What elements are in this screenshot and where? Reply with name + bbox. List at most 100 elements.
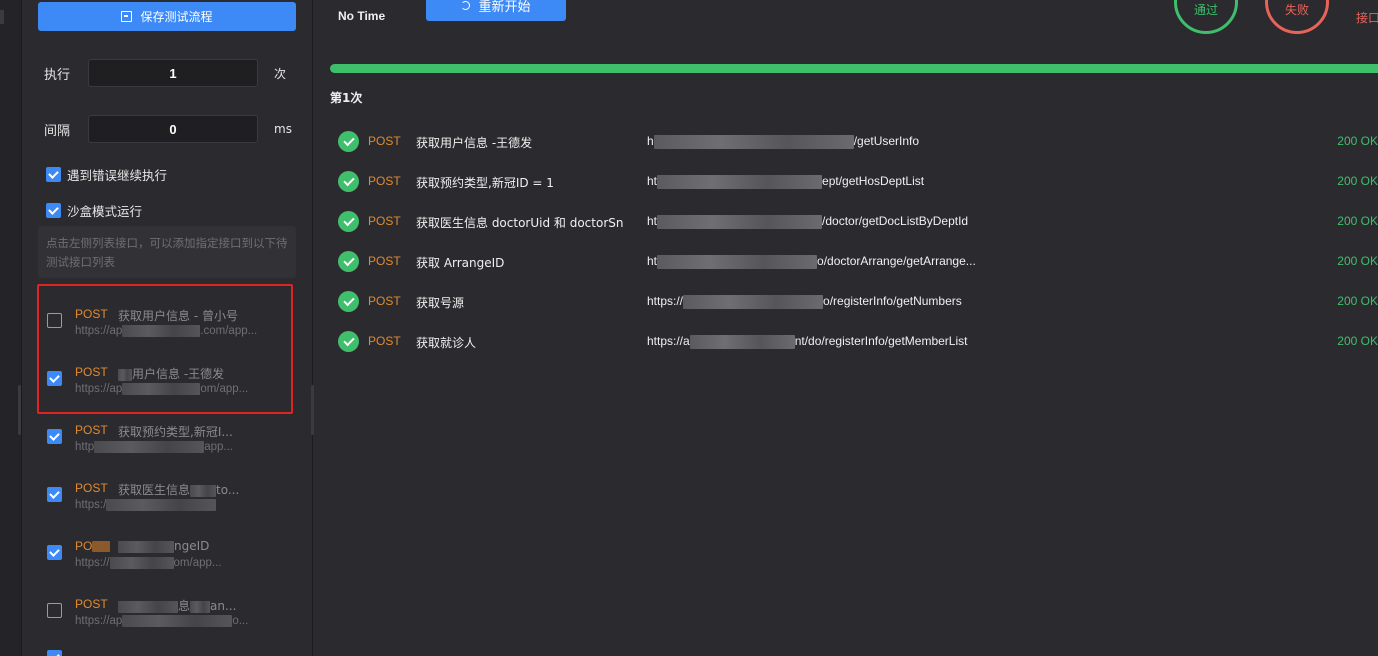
status-code: 200 OK [1337,214,1378,228]
http-method: POST [368,174,401,188]
api-name: 获取预约类型,新冠ID = 1 [416,176,554,190]
api-name: 获取用户信息 - 曾小号 [118,309,238,323]
redacted-segment [118,540,174,553]
checkbox-checked-icon[interactable] [47,371,62,386]
api-name-text: 息 [178,599,191,613]
api-list-item[interactable]: POST 获取医生信息 to... https:/ [46,479,296,519]
test-flow-sidebar: 保存测试流程 执行 次 间隔 ms 遇到错误继续执行 沙盒模式运行 点击左侧列表… [22,0,314,656]
http-method: PO [75,539,111,553]
api-url: h/getUserInfo [647,134,992,149]
url-prefix: https:// [75,557,110,570]
add-api-hint: 点击左侧列表接口，可以添加指定接口到以下待测试接口列表 [38,226,296,278]
api-url: https://ap .com/app... [75,325,257,337]
url-prefix: ht [647,174,658,188]
left-panel-strip [0,0,22,656]
url-suffix: .com/app... [200,325,258,338]
round-label: 第1次 [330,91,363,105]
url-prefix: ht [647,214,658,228]
url-prefix: https://a [647,334,690,348]
fail-count-badge: 失败 [1265,0,1329,34]
api-name-text: ngeID [174,539,210,553]
api-url: https://ap om/app... [75,383,248,395]
result-row[interactable]: POST 获取用户信息 -王德发 h/getUserInfo 200 OK [338,131,1378,155]
exec-count-row: 执行 次 [44,59,286,87]
http-method: POST [75,365,108,379]
api-list-item[interactable]: POST 用户信息 -王德发 https://ap om/app... [46,363,296,403]
interface-count-label: 接口 [1356,11,1378,25]
result-row[interactable]: POST 获取预约类型,新冠ID = 1 ht ept/getHosDeptLis… [338,171,1378,195]
url-prefix: h [647,134,654,148]
fail-label: 失败 [1284,3,1309,17]
restart-button[interactable]: 重新开始 [426,0,566,21]
checkbox-checked-icon [46,167,61,182]
success-check-icon [338,171,359,192]
url-suffix: app... [204,441,233,454]
exec-count-input[interactable] [88,59,258,87]
result-row[interactable]: POST 获取 ArrangeID ht o/doctorArrange/getA… [338,251,1378,275]
url-prefix: https://ap [75,325,123,338]
url-suffix: ept/getHosDeptList [822,174,925,188]
checkbox-checked-icon[interactable] [47,429,62,444]
elapsed-time: No Time [338,9,386,23]
result-row[interactable]: POST 获取号源 https:// o/registerInfo/getNumb… [338,291,1378,315]
api-list-item[interactable]: PO ngeID https:// om/app... [46,537,296,577]
status-code: 200 OK [1337,174,1378,188]
api-name-text: 获取医生信息 [118,483,191,497]
continue-on-error-label: 遇到错误继续执行 [67,168,168,183]
api-list-item[interactable] [46,650,296,656]
api-name: 获取预约类型,新冠I... [118,425,233,439]
result-row[interactable]: POST 获取医生信息 doctorUid 和 doctorSn ht/doct… [338,211,1378,235]
api-url: ht ept/getHosDeptList [647,174,992,189]
url-suffix: nt/do/registerInfo/getMemberList [794,334,968,348]
api-name: 获取号源 [416,296,465,310]
status-code: 200 OK [1337,294,1378,308]
redacted-segment [118,368,132,381]
redacted-segment [657,254,818,269]
url-prefix: https://ap [75,383,123,396]
api-name-suffix: an... [210,599,237,613]
redacted-segment [106,499,217,511]
run-progress-bar [330,64,1378,73]
api-url: https:// o/registerInfo/getNumbers [647,294,992,309]
strip-marker [0,10,4,24]
interval-label: 间隔 [44,123,71,139]
test-run-panel: No Time 重新开始 通过 失败 接口 第1次 POST 获取用户信息 -王… [314,0,1378,656]
url-suffix: o... [232,615,249,628]
url-prefix: https:// [647,294,684,308]
url-suffix: o/registerInfo/getNumbers [823,294,962,308]
api-name: ngeID [118,539,288,553]
api-name: 用户信息 -王德发 [118,365,288,382]
continue-on-error-checkbox[interactable]: 遇到错误继续执行 [46,165,167,184]
redacted-segment [689,334,795,349]
http-method: POST [75,481,108,495]
success-check-icon [338,211,359,232]
result-row[interactable]: POST 获取就诊人 https://a nt/do/registerInfo/g… [338,331,1378,355]
api-list-item[interactable]: POST 获取预约类型,新冠I... http app... [46,421,296,461]
redacted-segment [92,541,111,553]
checkbox-checked-icon[interactable] [47,487,62,502]
url-prefix: https://ap [75,615,123,628]
url-prefix: ht [647,254,658,268]
checkbox-unchecked-icon[interactable] [47,603,62,618]
api-list-item[interactable]: POST 获取用户信息 - 曾小号 https://ap .com/app... [46,305,296,345]
interval-unit: ms [274,122,292,136]
pass-count-badge: 通过 [1174,0,1238,34]
http-method: POST [75,597,108,611]
url-suffix: /doctor/getDocListByDeptId [822,214,969,228]
sandbox-mode-checkbox[interactable]: 沙盒模式运行 [46,201,142,220]
checkbox-unchecked-icon[interactable] [47,313,62,328]
resize-handle[interactable] [18,385,21,435]
http-method: POST [368,334,401,348]
checkbox-checked-icon [46,203,61,218]
save-test-flow-button[interactable]: 保存测试流程 [38,2,296,31]
redacted-segment [683,294,824,309]
api-name: 获取医生信息 to... [118,481,288,498]
checkbox-checked-icon[interactable] [47,650,62,656]
redacted-segment [94,441,205,453]
api-name-suffix: to... [216,483,240,497]
api-list-item[interactable]: POST 息 an... https://ap o... [46,595,296,635]
interval-input[interactable] [88,115,258,143]
interval-row: 间隔 ms [44,115,292,143]
checkbox-checked-icon[interactable] [47,545,62,560]
http-method: POST [75,307,108,321]
